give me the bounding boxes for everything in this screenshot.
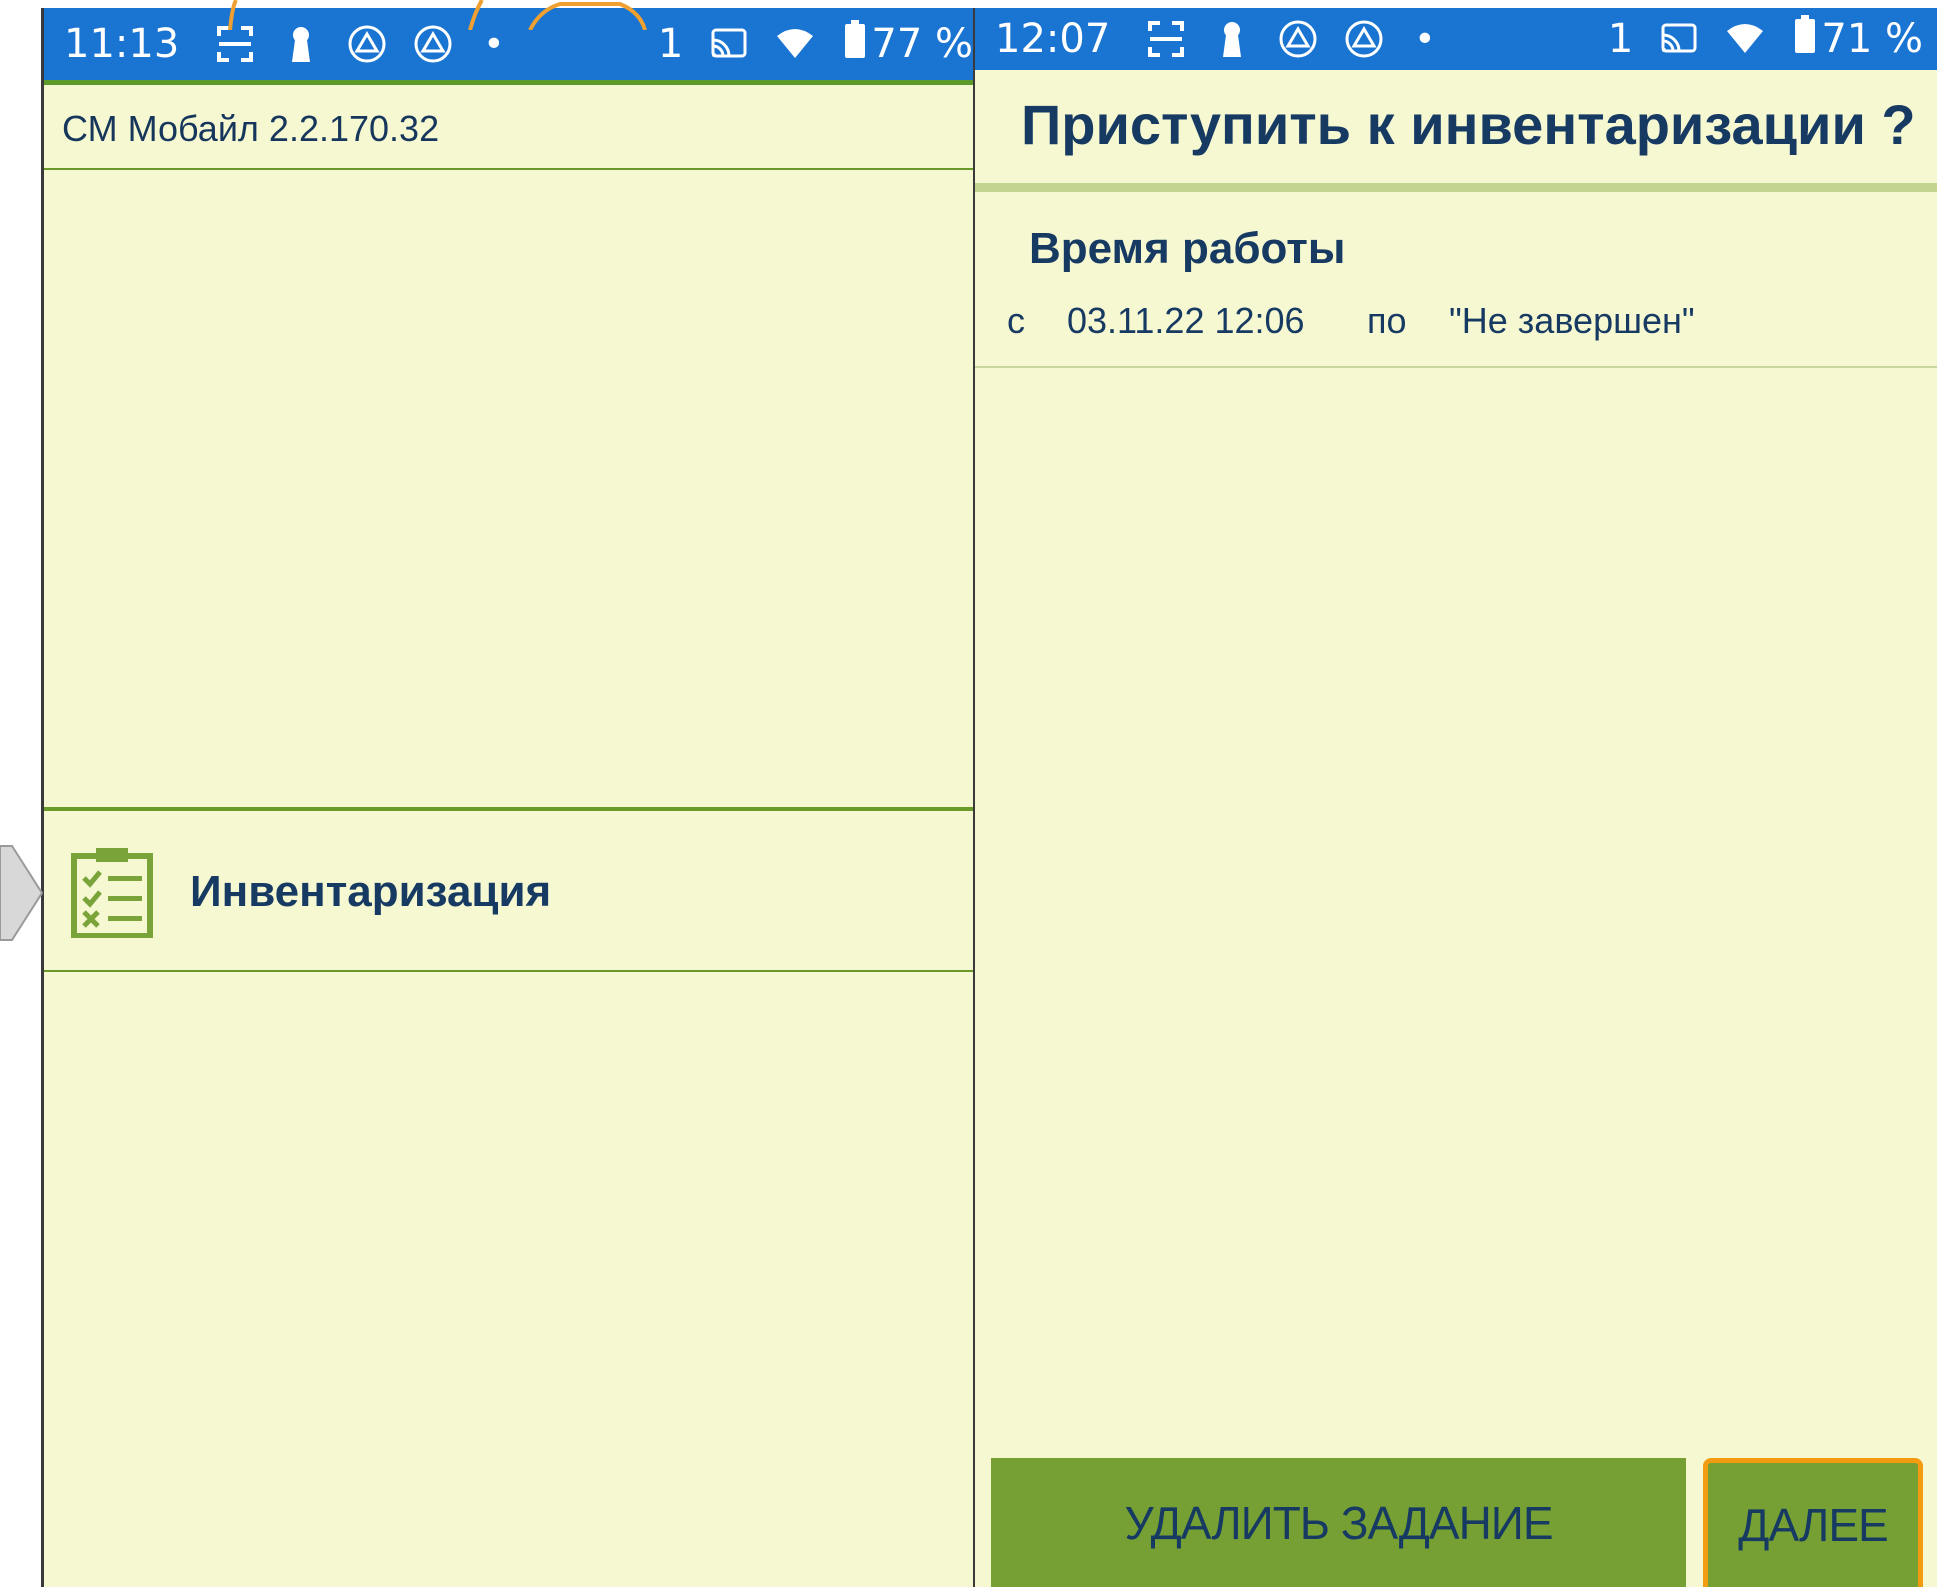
title-divider: [975, 183, 1937, 192]
main-menu-screen: 11:13 • 1 77 % СМ Мобайл 2.2.170.32 Инве…: [41, 8, 973, 1587]
divider: [975, 366, 1937, 368]
work-time-row: с 03.11.22 12:06 по "Не завершен": [1007, 300, 1695, 342]
work-time-to-label: по: [1367, 300, 1407, 341]
notification-count: 1: [1607, 16, 1634, 62]
drive-icon: [347, 24, 387, 64]
drive-icon: [1344, 19, 1384, 59]
wifi-icon: [775, 24, 815, 64]
cast-icon: [1659, 19, 1699, 59]
drive-icon: [413, 24, 453, 64]
keyhole-icon: [281, 24, 321, 64]
page-title: Приступить к инвентаризации ?: [1021, 93, 1916, 156]
notification-dot-icon: •: [1414, 18, 1436, 60]
delete-task-button[interactable]: УДАЛИТЬ ЗАДАНИЕ: [991, 1458, 1686, 1587]
page: 11:13 • 1 77 % СМ Мобайл 2.2.170.32 Инве…: [0, 0, 1937, 1587]
status-time: 11:13: [64, 21, 180, 67]
scanner-icon: [215, 24, 255, 64]
work-time-heading: Время работы: [1029, 224, 1346, 273]
next-button[interactable]: ДАЛЕЕ: [1703, 1458, 1923, 1587]
battery-icon: [1795, 15, 1816, 63]
wifi-icon: [1725, 19, 1765, 59]
pointer-arrow-icon: [0, 845, 44, 941]
divider: [44, 970, 973, 972]
work-time-start: 03.11.22 12:06: [1067, 300, 1305, 341]
work-time-from-label: с: [1007, 300, 1025, 341]
cast-icon: [709, 24, 749, 64]
menu-item-inventory[interactable]: Инвентаризация: [44, 809, 973, 975]
battery-level: 71 %: [1821, 16, 1923, 62]
clipboard-checklist-icon: [71, 848, 153, 938]
scanner-icon: [1146, 19, 1186, 59]
menu-item-label: Инвентаризация: [190, 867, 552, 916]
status-bar: 12:07 • 1 71 %: [975, 8, 1937, 70]
keyhole-icon: [1212, 19, 1252, 59]
start-inventory-screen: 12:07 • 1 71 % Приступить к инвентаризац…: [973, 8, 1937, 1587]
decorative-arcs: [228, 0, 647, 30]
work-time-end: "Не завершен": [1449, 300, 1695, 341]
divider: [44, 168, 973, 170]
app-version: СМ Мобайл 2.2.170.32: [62, 108, 440, 149]
status-time: 12:07: [995, 16, 1111, 62]
drive-icon: [1278, 19, 1318, 59]
